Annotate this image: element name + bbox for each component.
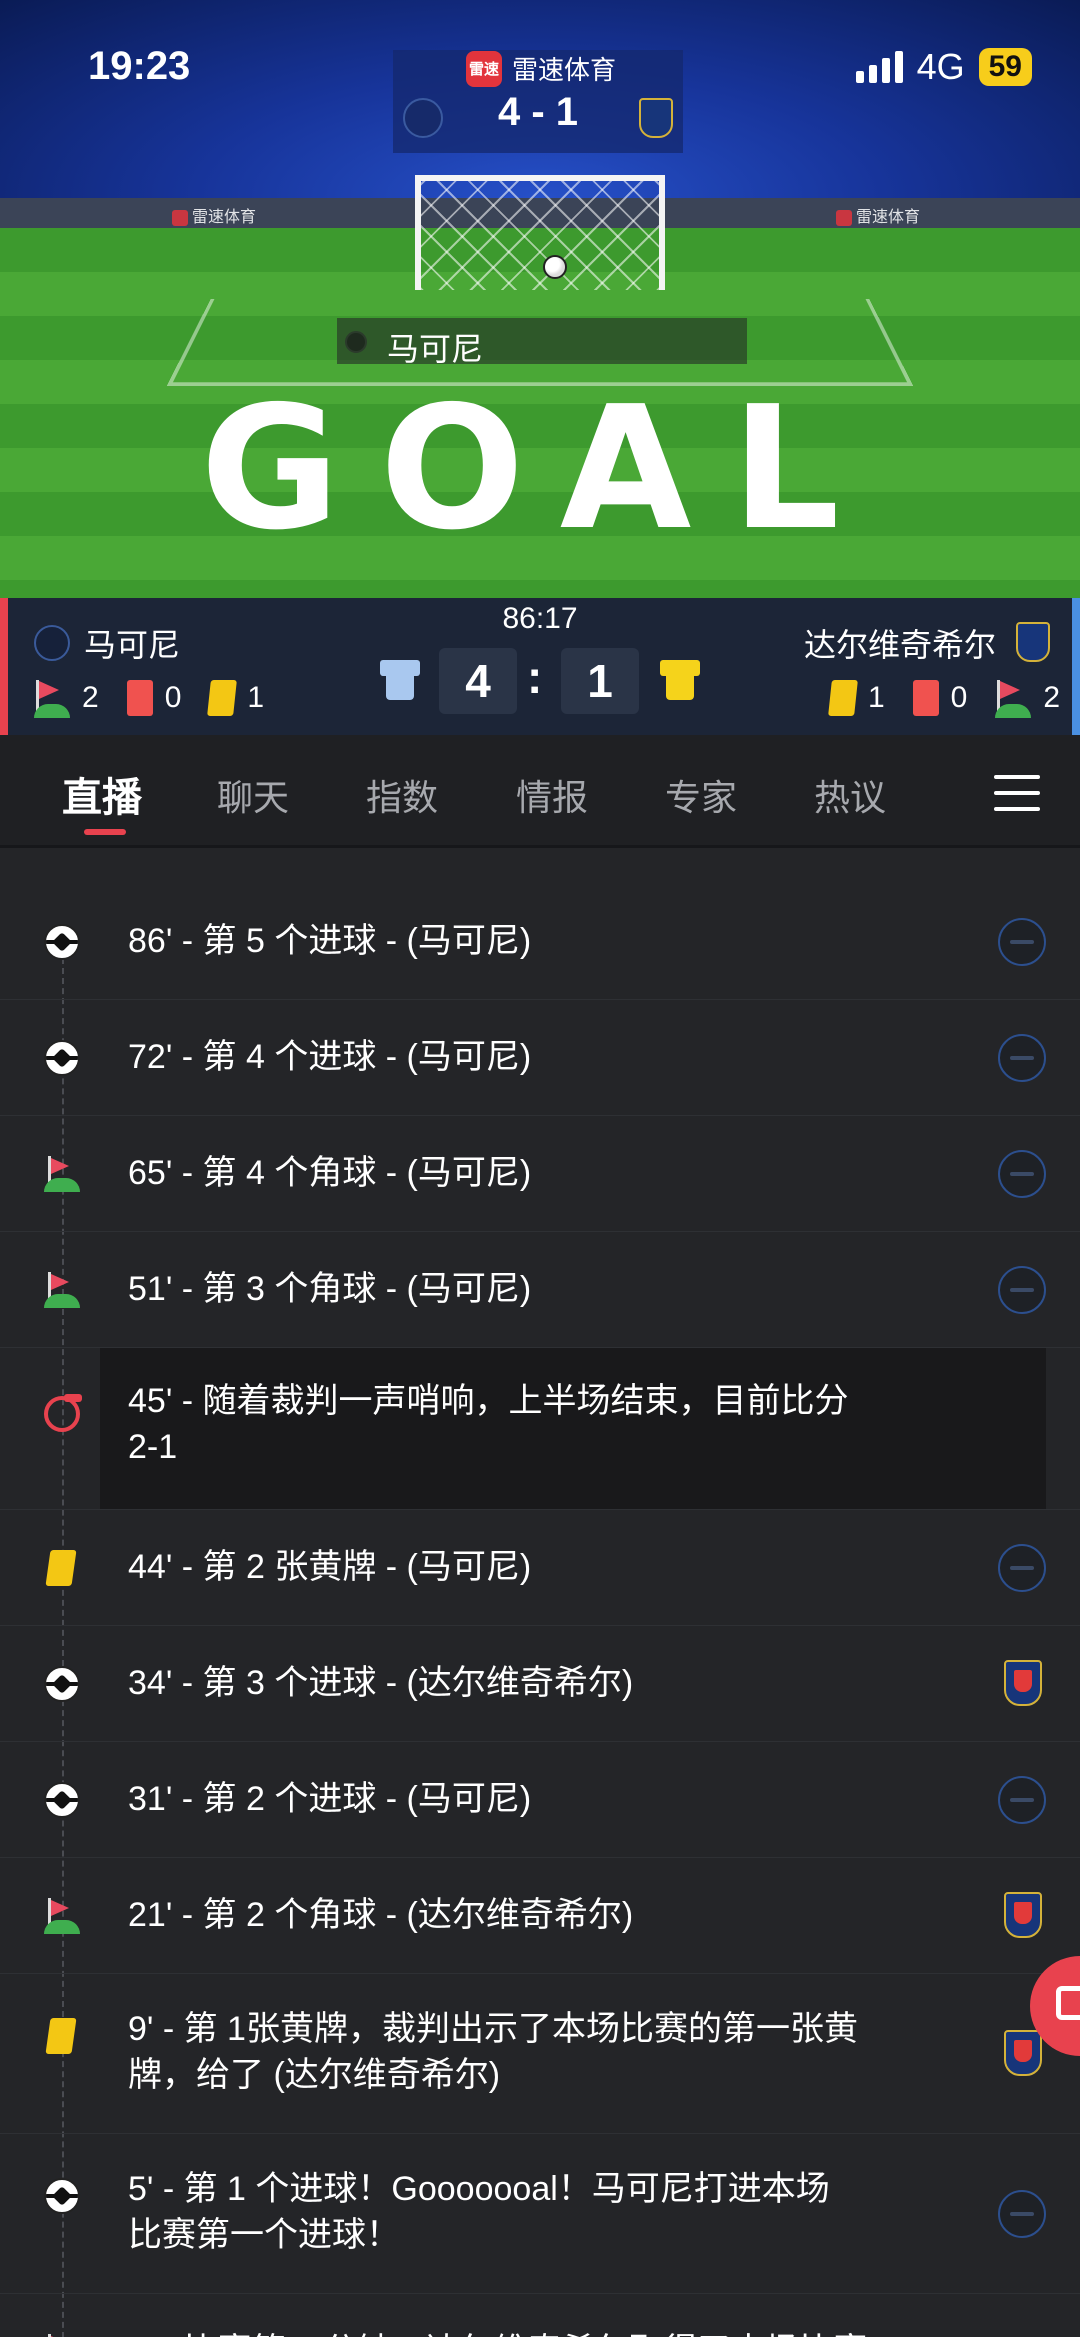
active-tab-indicator xyxy=(84,829,126,835)
corner-flag-icon xyxy=(44,1156,80,1192)
football-icon xyxy=(543,255,567,279)
home-crest-icon xyxy=(998,918,1046,966)
event-text: 44' - 第 2 张黄牌 - (马可尼) xyxy=(128,1548,532,1586)
ad-logo-left: 雷速体育 xyxy=(172,203,256,227)
event-row[interactable]: 51' - 第 3 个角球 - (马可尼) xyxy=(0,1232,1080,1348)
home-stats: 2 0 1 xyxy=(34,678,264,718)
goal-ball-icon xyxy=(44,1040,80,1076)
event-row[interactable]: 34' - 第 3 个进球 - (达尔维奇希尔) xyxy=(0,1626,1080,1742)
tab-intel[interactable]: 情报 xyxy=(516,769,588,821)
tab-live[interactable]: 直播 xyxy=(62,765,142,823)
home-crest-icon xyxy=(998,1776,1046,1824)
corner-flag-icon xyxy=(34,678,70,718)
team-crest-icon xyxy=(345,331,367,353)
tab-bar: 直播 聊天 指数 情报 专家 热议 xyxy=(0,735,1080,845)
red-card-icon xyxy=(912,680,939,716)
away-crest-icon xyxy=(1004,2030,1042,2076)
goal-ball-icon xyxy=(44,1782,80,1818)
away-yellow-cards: 1 xyxy=(867,681,885,714)
event-row[interactable]: 21' - 第 2 个角球 - (达尔维奇希尔) xyxy=(0,1858,1080,1974)
signal-icon xyxy=(855,51,903,83)
away-crest-icon[interactable] xyxy=(1016,622,1050,662)
away-red-cards: 0 xyxy=(950,681,968,714)
event-text: 9' - 第 1张黄牌，裁判出示了本场比赛的第一张黄 牌，给了 (达尔维奇希尔) xyxy=(128,2010,858,2094)
tab-experts[interactable]: 专家 xyxy=(665,769,737,821)
goal-net xyxy=(415,175,665,290)
menu-icon[interactable] xyxy=(994,775,1040,811)
away-score: 1 xyxy=(561,648,639,714)
tab-hot[interactable]: 热议 xyxy=(814,769,886,821)
goal-ball-icon xyxy=(44,2178,80,2214)
event-row[interactable]: 5' - 第 1 个进球！Gooooooal！马可尼打进本场 比赛第一个进球！ xyxy=(0,2134,1080,2294)
home-crest-icon xyxy=(998,2190,1046,2238)
event-row[interactable]: 31' - 第 2 个进球 - (马可尼) xyxy=(0,1742,1080,1858)
home-yellow-cards: 1 xyxy=(247,681,265,714)
home-score: 4 xyxy=(439,648,517,714)
status-icons: 4G 59 xyxy=(855,46,1032,88)
home-crest-icon xyxy=(998,1150,1046,1198)
tab-odds[interactable]: 指数 xyxy=(366,769,438,821)
home-crest-icon xyxy=(998,1034,1046,1082)
home-red-cards: 0 xyxy=(164,681,182,714)
yellow-card-icon xyxy=(45,1550,77,1586)
home-crest-icon xyxy=(998,1266,1046,1314)
away-corners: 2 xyxy=(1043,681,1060,714)
scorer-banner: 马可尼 xyxy=(337,318,747,367)
event-text: 21' - 第 2 个角球 - (达尔维奇希尔) xyxy=(128,1896,634,1934)
edit-icon xyxy=(1056,1986,1080,2020)
event-text: 51' - 第 3 个角球 - (马可尼) xyxy=(128,1270,532,1308)
status-time: 19:23 xyxy=(88,44,191,88)
event-row[interactable]: 4' - 比赛第 4 分钟，达尔维奇希尔取得了本场比赛 xyxy=(0,2294,1080,2337)
scorer-name: 马可尼 xyxy=(387,331,484,367)
app-logo-icon: 雷速 xyxy=(466,50,502,87)
event-text: 31' - 第 2 个进球 - (马可尼) xyxy=(128,1780,532,1818)
app-name: 雷速体育 xyxy=(512,55,617,85)
event-row[interactable]: 72' - 第 4 个进球 - (马可尼) xyxy=(0,1000,1080,1116)
event-text: 4' - 比赛第 4 分钟，达尔维奇希尔取得了本场比赛 xyxy=(128,2328,867,2337)
goal-ball-icon xyxy=(44,1666,80,1702)
away-stats: 1 0 2 xyxy=(828,678,1060,718)
live-events-list: 86' - 第 5 个进球 - (马可尼) 72' - 第 4 个进球 - (马… xyxy=(0,848,1080,2337)
yellow-card-icon xyxy=(45,2018,77,2054)
event-row[interactable]: 65' - 第 4 个角球 - (马可尼) xyxy=(0,1116,1080,1232)
event-row[interactable]: 9' - 第 1张黄牌，裁判出示了本场比赛的第一张黄 牌，给了 (达尔维奇希尔) xyxy=(0,1974,1080,2134)
corner-flag-icon xyxy=(995,678,1032,718)
event-text: 34' - 第 3 个进球 - (达尔维奇希尔) xyxy=(128,1664,634,1702)
away-crest-icon xyxy=(1004,1892,1042,1938)
scoreboard: 马可尼 2 0 1 86:17 4 : 1 达尔维奇希尔 1 0 2 xyxy=(0,598,1080,735)
home-crest-icon xyxy=(998,1544,1046,1592)
goal-ball-icon xyxy=(44,924,80,960)
away-jersey-icon xyxy=(660,656,700,700)
yellow-card-icon xyxy=(207,680,238,716)
event-row-halftime[interactable]: 45' - 随着裁判一声哨响，上半场结束，目前比分 2-1 xyxy=(0,1348,1080,1510)
event-text: 45' - 随着裁判一声哨响，上半场结束，目前比分 2-1 xyxy=(128,1382,849,1466)
ad-logo-right: 雷速体育 xyxy=(836,203,920,227)
home-corners: 2 xyxy=(82,681,99,714)
goal-animation-hero: 雷速体育 雷速体育 马可尼 GOAL 19:23 4G 59 雷速 雷速体育 4… xyxy=(0,0,1080,598)
mini-scoreboard: 雷速 雷速体育 4 - 1 xyxy=(393,50,683,153)
away-crest-icon xyxy=(639,98,673,138)
yellow-card-icon xyxy=(828,680,858,716)
event-text: 72' - 第 4 个进球 - (马可尼) xyxy=(128,1038,532,1076)
score-separator: : xyxy=(527,651,543,703)
event-text: 65' - 第 4 个角球 - (马可尼) xyxy=(128,1154,532,1192)
red-card-icon xyxy=(126,680,153,716)
event-text: 86' - 第 5 个进球 - (马可尼) xyxy=(128,922,532,960)
whistle-icon xyxy=(44,1394,82,1432)
battery-icon: 59 xyxy=(978,48,1032,86)
event-text: 5' - 第 1 个进球！Gooooooal！马可尼打进本场 比赛第一个进球！ xyxy=(128,2170,830,2254)
goal-text: GOAL xyxy=(200,370,880,568)
app-brand: 雷速 雷速体育 xyxy=(466,50,616,87)
network-type: 4G xyxy=(916,46,965,87)
event-row[interactable]: 86' - 第 5 个进球 - (马可尼) xyxy=(0,884,1080,1000)
tab-chat[interactable]: 聊天 xyxy=(217,769,289,821)
event-row[interactable]: 44' - 第 2 张黄牌 - (马可尼) xyxy=(0,1510,1080,1626)
corner-flag-icon xyxy=(44,1898,80,1934)
corner-flag-icon xyxy=(44,1272,80,1308)
away-crest-icon xyxy=(1004,1660,1042,1706)
home-jersey-icon xyxy=(380,656,420,700)
away-team-name[interactable]: 达尔维奇希尔 xyxy=(804,620,996,666)
